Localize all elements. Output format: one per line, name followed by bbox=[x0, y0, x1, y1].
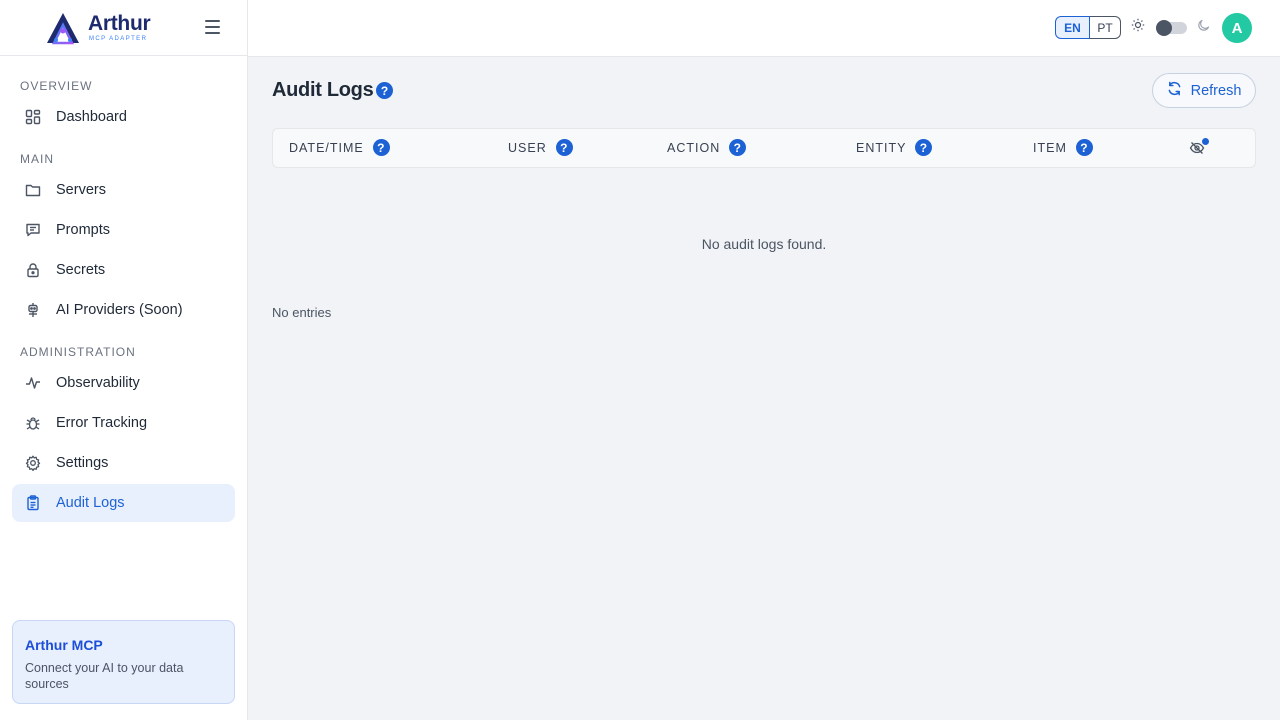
gear-icon bbox=[24, 454, 42, 472]
topbar: EN PT A bbox=[248, 0, 1280, 57]
help-icon[interactable]: ? bbox=[376, 82, 393, 99]
entries-count: No entries bbox=[272, 305, 332, 320]
help-icon[interactable]: ? bbox=[372, 139, 390, 156]
column-entity[interactable]: ENTITY ? bbox=[856, 139, 933, 156]
bug-icon bbox=[24, 414, 42, 432]
robot-icon bbox=[24, 301, 42, 319]
promo-text: Connect your AI to your data sources bbox=[25, 661, 184, 691]
sidebar-item-label: Dashboard bbox=[56, 109, 127, 125]
sidebar-item-label: Secrets bbox=[56, 262, 106, 278]
column-user[interactable]: USER ? bbox=[508, 139, 573, 156]
brand-name: Arthur bbox=[88, 12, 151, 35]
language-switcher: EN PT bbox=[1055, 16, 1121, 39]
empty-state-message: No audit logs found. bbox=[701, 236, 827, 252]
column-datetime[interactable]: DATE/TIME ? bbox=[289, 139, 390, 156]
sidebar-item-label: Observability bbox=[56, 375, 140, 391]
help-icon[interactable]: ? bbox=[555, 139, 573, 156]
page-title: Audit Logs bbox=[272, 79, 374, 101]
avatar[interactable]: A bbox=[1222, 13, 1252, 43]
activity-icon bbox=[24, 374, 42, 392]
sidebar-item-dashboard[interactable]: Dashboard bbox=[12, 98, 235, 136]
sidebar-item-label: Error Tracking bbox=[56, 415, 148, 431]
brand: Arthur MCP ADAPTER bbox=[0, 0, 247, 56]
column-item[interactable]: ITEM ? bbox=[1033, 139, 1093, 156]
lock-icon bbox=[24, 261, 42, 279]
sidebar-item-prompts[interactable]: Prompts bbox=[12, 211, 235, 249]
section-overview: OVERVIEW bbox=[20, 79, 93, 93]
sidebar-item-servers[interactable]: Servers bbox=[12, 171, 235, 209]
audit-logs-table-header: DATE/TIME ? USER ? ACTION ? ENTITY ? ITE… bbox=[272, 128, 1256, 168]
section-main: MAIN bbox=[20, 152, 54, 166]
promo-title: Arthur MCP bbox=[25, 637, 103, 653]
sidebar-item-error-tracking[interactable]: Error Tracking bbox=[12, 404, 235, 442]
sidebar-item-observability[interactable]: Observability bbox=[12, 364, 235, 402]
sidebar-item-secrets[interactable]: Secrets bbox=[12, 251, 235, 289]
moon-icon bbox=[1197, 18, 1211, 37]
eye-off-icon[interactable] bbox=[1189, 138, 1209, 158]
sidebar-item-audit-logs[interactable]: Audit Logs bbox=[12, 484, 235, 522]
column-action[interactable]: ACTION ? bbox=[667, 139, 747, 156]
sidebar-item-ai-providers[interactable]: AI Providers (Soon) bbox=[12, 291, 235, 329]
sun-icon bbox=[1131, 18, 1145, 37]
lang-pt-button[interactable]: PT bbox=[1090, 16, 1121, 39]
help-icon[interactable]: ? bbox=[729, 139, 747, 156]
theme-toggle[interactable] bbox=[1156, 19, 1187, 36]
folder-icon bbox=[24, 181, 42, 199]
theme-switcher bbox=[1131, 18, 1211, 37]
arthur-logo-icon bbox=[43, 11, 83, 45]
refresh-icon bbox=[1167, 81, 1182, 100]
sidebar-item-label: AI Providers (Soon) bbox=[56, 302, 183, 318]
menu-toggle-icon[interactable] bbox=[205, 20, 220, 34]
sidebar: Arthur MCP ADAPTER OVERVIEW Dashboard MA… bbox=[0, 0, 248, 720]
section-administration: ADMINISTRATION bbox=[20, 345, 136, 359]
refresh-button[interactable]: Refresh bbox=[1152, 73, 1256, 108]
sidebar-item-label: Prompts bbox=[56, 222, 110, 238]
lang-en-button[interactable]: EN bbox=[1055, 16, 1090, 39]
clipboard-icon bbox=[24, 494, 42, 512]
promo-card: Arthur MCP Connect your AI to your data … bbox=[12, 620, 235, 704]
message-icon bbox=[24, 221, 42, 239]
refresh-label: Refresh bbox=[1190, 82, 1242, 99]
brand-subtitle: MCP ADAPTER bbox=[89, 36, 148, 42]
sidebar-item-label: Servers bbox=[56, 182, 106, 198]
help-icon[interactable]: ? bbox=[1075, 139, 1093, 156]
help-icon[interactable]: ? bbox=[915, 139, 933, 156]
sidebar-item-label: Audit Logs bbox=[56, 495, 125, 511]
sidebar-item-settings[interactable]: Settings bbox=[12, 444, 235, 482]
sidebar-item-label: Settings bbox=[56, 455, 109, 471]
dashboard-icon bbox=[24, 108, 42, 126]
